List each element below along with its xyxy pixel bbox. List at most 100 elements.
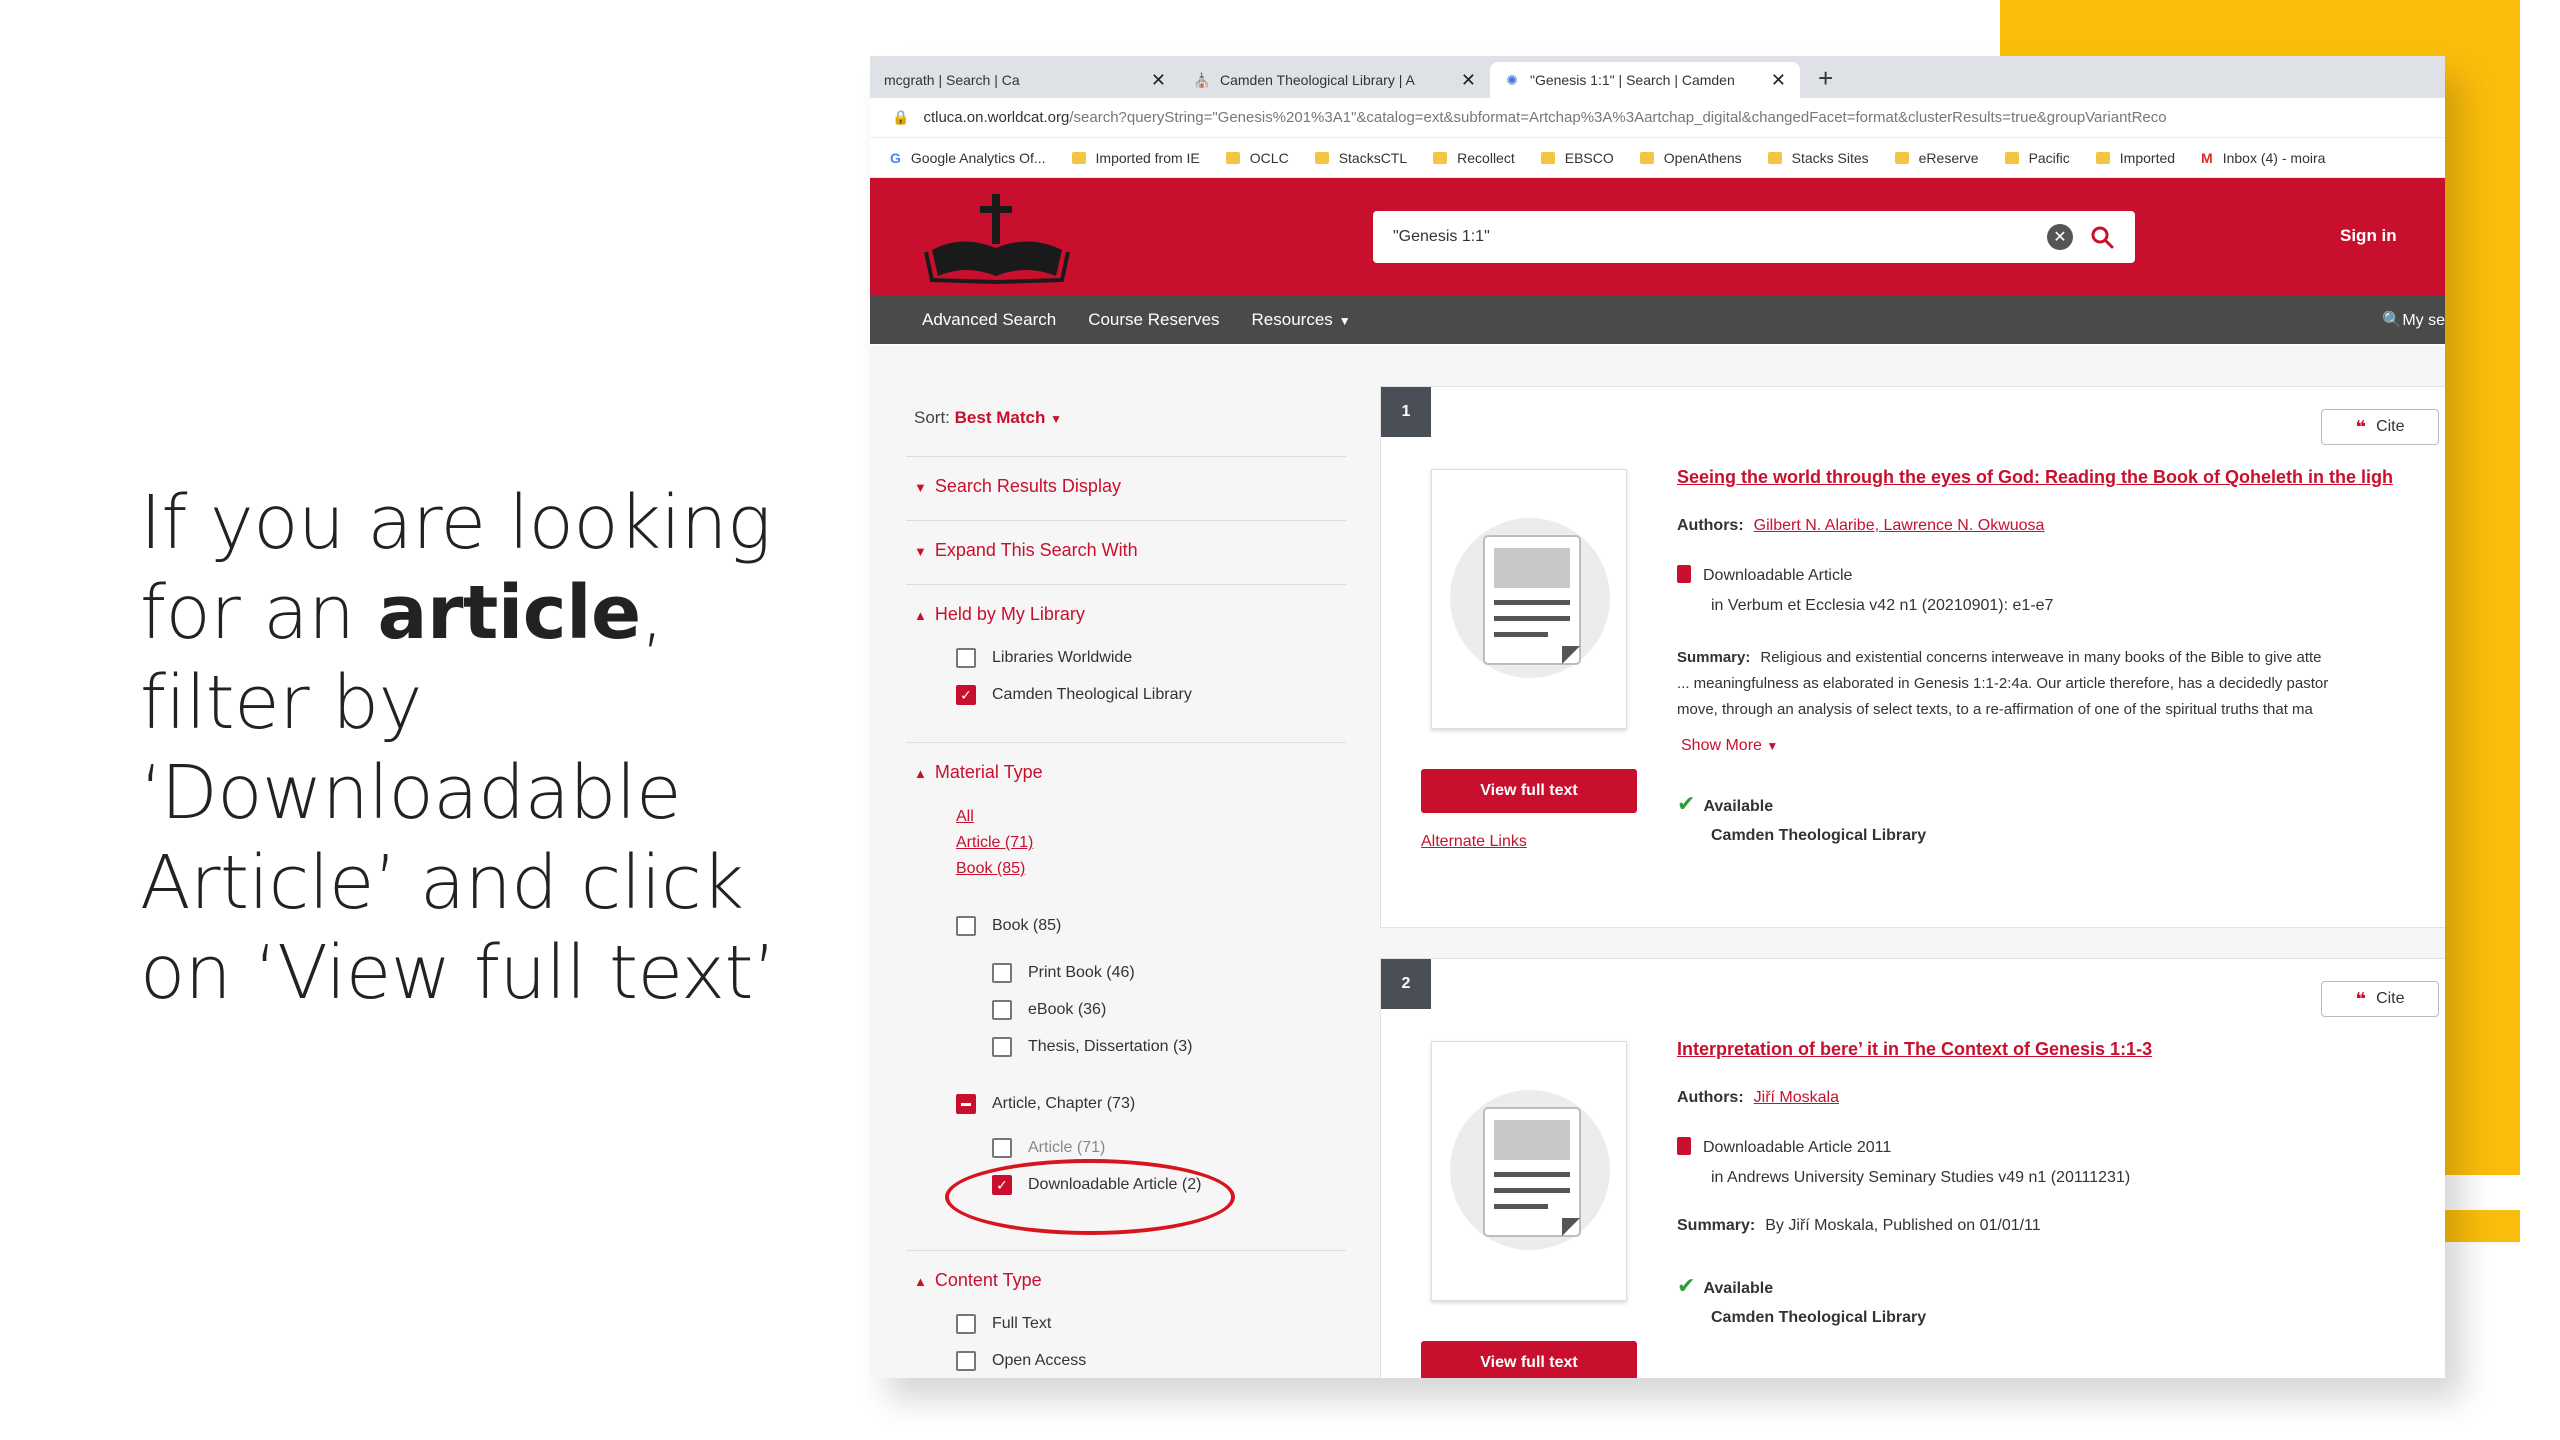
search-box[interactable]: "Genesis 1:1" ✕ <box>1373 211 2135 263</box>
checkbox[interactable] <box>992 1000 1012 1020</box>
document-icon <box>1450 518 1610 678</box>
result-card: 2 ❝ Cite View full text Interpretation of… <box>1380 958 2445 1378</box>
accordion-content-type[interactable]: ▲ Content Type <box>914 1270 1042 1291</box>
cite-button[interactable]: ❝ Cite <box>2321 409 2439 445</box>
cite-button[interactable]: ❝ Cite <box>2321 981 2439 1017</box>
sign-in-link[interactable]: Sign in <box>2340 226 2397 246</box>
bookmark-imported[interactable]: Imported <box>2095 150 2175 166</box>
result-source: in Andrews University Seminary Studies v… <box>1711 1169 2131 1186</box>
nav-my-searches[interactable]: 🔍My se <box>2382 310 2445 330</box>
gmail-icon: M <box>2201 149 2213 166</box>
accordion-search-results-display[interactable]: ▼ Search Results Display <box>914 476 1121 497</box>
tab-camden-library[interactable]: ⛪ Camden Theological Library | A ✕ <box>1180 62 1490 98</box>
filter-article[interactable]: Article (71) <box>992 1138 1105 1158</box>
result-title-link[interactable]: Seeing the world through the eyes of God… <box>1677 467 2393 488</box>
bookmark-stacksctl[interactable]: StacksCTL <box>1314 150 1407 166</box>
checkbox-partial[interactable] <box>956 1094 976 1114</box>
view-full-text-button[interactable]: View full text <box>1421 769 1637 813</box>
alternate-links-link[interactable]: Alternate Links <box>1421 833 1527 851</box>
site-header: "Genesis 1:1" ✕ Sign in <box>870 178 2445 296</box>
folder-icon <box>1540 151 1555 164</box>
accordion-material-type[interactable]: ▲ Material Type <box>914 762 1043 783</box>
result-title-link[interactable]: Interpretation of bere’ it in The Contex… <box>1677 1039 2152 1060</box>
tab-genesis-search[interactable]: ✺ "Genesis 1:1" | Search | Camden ✕ <box>1490 62 1800 98</box>
filter-book[interactable]: Book (85) <box>956 916 1061 936</box>
quote-icon: ❝ <box>2355 416 2367 437</box>
chevron-down-icon: ▼ <box>1050 412 1062 426</box>
library-logo-icon[interactable] <box>922 190 1072 288</box>
filter-thesis[interactable]: Thesis, Dissertation (3) <box>992 1037 1193 1057</box>
material-all-link[interactable]: All <box>956 808 974 826</box>
checkbox-checked[interactable]: ✓ <box>956 685 976 705</box>
nav-resources[interactable]: Resources ▼ <box>1252 310 1351 330</box>
filter-article-chapter[interactable]: Article, Chapter (73) <box>956 1094 1135 1114</box>
filter-libraries-worldwide[interactable]: Libraries Worldwide <box>956 648 1132 668</box>
accordion-held-by-my-library[interactable]: ▲ Held by My Library <box>914 604 1085 625</box>
new-tab-icon[interactable]: + <box>1800 63 1851 98</box>
filter-camden-library[interactable]: ✓ Camden Theological Library <box>956 685 1192 705</box>
main-nav: Advanced Search Course Reserves Resource… <box>870 296 2445 344</box>
sort-control[interactable]: Sort: Best Match ▼ <box>914 408 1062 428</box>
checkbox[interactable] <box>956 648 976 668</box>
instruction-text: If you are looking for an article, filte… <box>140 480 777 1016</box>
checkbox[interactable] <box>992 1037 1012 1057</box>
holding-library: Camden Theological Library <box>1711 1309 1927 1326</box>
address-bar[interactable]: 🔒 ctluca.on.worldcat.org/search?queryStr… <box>870 98 2445 138</box>
view-full-text-button[interactable]: View full text <box>1421 1341 1637 1378</box>
google-icon: G <box>890 149 901 166</box>
nav-advanced-search[interactable]: Advanced Search <box>922 310 1056 330</box>
pdf-icon <box>1677 1137 1691 1155</box>
bookmark-recollect[interactable]: Recollect <box>1433 150 1515 166</box>
accordion-expand-search[interactable]: ▼ Expand This Search With <box>914 540 1138 561</box>
show-more-link[interactable]: Show More ▼ <box>1681 737 1778 755</box>
result-summary: Summary: Religious and existential concer… <box>1677 649 2329 718</box>
bookmark-ereserve[interactable]: eReserve <box>1894 150 1979 166</box>
checkbox[interactable] <box>956 1314 976 1334</box>
chevron-down-icon: ▼ <box>914 544 927 559</box>
quote-icon: ❝ <box>2355 988 2367 1009</box>
folder-icon <box>1639 151 1654 164</box>
material-article-link[interactable]: Article (71) <box>956 834 1033 852</box>
filter-full-text[interactable]: Full Text <box>956 1314 1051 1334</box>
bookmark-ebsco[interactable]: EBSCO <box>1540 150 1614 166</box>
checkbox[interactable] <box>956 916 976 936</box>
chevron-up-icon: ▲ <box>914 608 927 623</box>
bookmark-inbox[interactable]: M Inbox (4) - moira <box>2201 150 2325 166</box>
divider <box>906 584 1346 585</box>
author-link[interactable]: Gilbert N. Alaribe, Lawrence N. Okwuosa <box>1754 517 2045 534</box>
filter-ebook[interactable]: eBook (36) <box>992 1000 1106 1020</box>
bookmark-imported-from-ie[interactable]: Imported from IE <box>1071 150 1200 166</box>
result-number: 1 <box>1381 387 1431 437</box>
lock-icon: 🔒 <box>892 109 910 125</box>
divider <box>906 520 1346 521</box>
clear-search-icon[interactable]: ✕ <box>2047 224 2073 250</box>
search-input[interactable]: "Genesis 1:1" <box>1393 228 2047 246</box>
bookmark-pacific[interactable]: Pacific <box>2004 150 2070 166</box>
author-link[interactable]: Jiří Moskala <box>1754 1089 1839 1106</box>
filter-print-book[interactable]: Print Book (46) <box>992 963 1135 983</box>
bookmark-openathens[interactable]: OpenAthens <box>1639 150 1742 166</box>
bookmark-google-analytics[interactable]: G Google Analytics Of... <box>890 150 1046 166</box>
chevron-down-icon: ▼ <box>1338 314 1351 328</box>
nav-course-reserves[interactable]: Course Reserves <box>1088 310 1219 330</box>
bookmark-oclc[interactable]: OCLC <box>1225 150 1289 166</box>
close-tab-icon[interactable]: ✕ <box>1771 70 1786 91</box>
result-summary: Summary: By Jiří Moskala, Published on 01… <box>1677 1217 2041 1234</box>
folder-icon <box>1314 151 1329 164</box>
slide: If you are looking for an article, filte… <box>0 0 2560 1440</box>
checkbox[interactable] <box>956 1351 976 1371</box>
folder-icon <box>1894 151 1909 164</box>
filter-open-access[interactable]: Open Access <box>956 1351 1086 1371</box>
material-book-link[interactable]: Book (85) <box>956 860 1025 878</box>
tab-mcgrath-search[interactable]: mcgrath | Search | Ca ✕ <box>870 62 1180 98</box>
chevron-up-icon: ▲ <box>914 1274 927 1289</box>
checkbox[interactable] <box>992 1138 1012 1158</box>
search-icon[interactable] <box>2089 224 2115 250</box>
checkbox[interactable] <box>992 963 1012 983</box>
close-tab-icon[interactable]: ✕ <box>1151 70 1166 91</box>
bookmark-stacks-sites[interactable]: Stacks Sites <box>1767 150 1869 166</box>
checkmark-icon: ✔ <box>1677 1273 1696 1298</box>
close-tab-icon[interactable]: ✕ <box>1461 70 1476 91</box>
folder-icon <box>2095 151 2110 164</box>
worldcat-icon: ✺ <box>1506 71 1518 88</box>
